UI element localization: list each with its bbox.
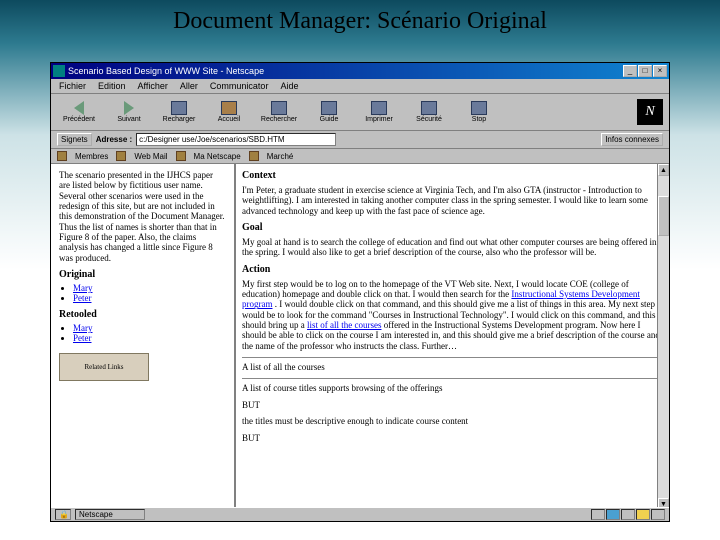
menu-file[interactable]: Fichier (57, 80, 88, 92)
user-link-mary[interactable]: Mary (73, 283, 93, 293)
netscape-logo: N (637, 99, 663, 125)
divider (242, 378, 663, 379)
home-icon (221, 101, 237, 115)
statusbar: 🔒 Netscape (51, 507, 669, 521)
back-button[interactable]: Précédent (55, 97, 103, 127)
list-item: Mary (73, 323, 226, 333)
context-text: I'm Peter, a graduate student in exercis… (242, 185, 663, 216)
list-item: Mary (73, 283, 226, 293)
menu-communicator[interactable]: Communicator (208, 80, 271, 92)
but-label: BUT (242, 433, 663, 443)
tray-icon[interactable] (636, 509, 650, 520)
location-bar: Signets Adresse : Infos connexes (51, 131, 669, 149)
scroll-thumb[interactable] (658, 196, 669, 236)
scroll-up-button[interactable]: ▲ (658, 164, 669, 176)
context-heading: Context (242, 170, 663, 181)
stop-icon (471, 101, 487, 115)
folder-icon (176, 151, 186, 161)
list-intro: A list of all the courses (242, 362, 663, 372)
related-links-widget[interactable]: Related Links (59, 353, 149, 381)
folder-icon (249, 151, 259, 161)
quicklink-market[interactable]: Marché (267, 152, 294, 161)
content-area: The scenario presented in the IJHCS pape… (51, 164, 669, 510)
folder-icon (116, 151, 126, 161)
original-heading: Original (59, 269, 226, 280)
status-icon: 🔒 (55, 509, 71, 520)
slide-title: Document Manager: Scénario Original (0, 0, 720, 35)
status-text: Netscape (75, 509, 145, 520)
back-icon (74, 101, 84, 115)
list-item: Peter (73, 333, 226, 343)
forward-icon (124, 101, 134, 115)
search-icon (271, 101, 287, 115)
course-list-link[interactable]: list of all the courses (307, 320, 381, 330)
print-button[interactable]: Imprimer (355, 97, 403, 127)
browser-window: Scenario Based Design of WWW Site - Nets… (50, 62, 670, 522)
left-pane: The scenario presented in the IJHCS pape… (51, 164, 236, 510)
folder-icon (57, 151, 67, 161)
list-item: Peter (73, 293, 226, 303)
home-button[interactable]: Accueil (205, 97, 253, 127)
action-heading: Action (242, 264, 663, 275)
quick-links-bar: Membres Web Mail Ma Netscape Marché (51, 149, 669, 164)
address-input[interactable] (136, 133, 336, 146)
app-icon (53, 65, 65, 77)
user-link-peter[interactable]: Peter (73, 293, 92, 303)
toolbar: Précédent Suivant Recharger Accueil Rech… (51, 94, 669, 131)
quicklink-webmail[interactable]: Web Mail (134, 152, 167, 161)
vertical-scrollbar[interactable]: ▲ ▼ (657, 164, 669, 510)
menu-view[interactable]: Afficher (136, 80, 170, 92)
window-title: Scenario Based Design of WWW Site - Nets… (68, 66, 623, 76)
quicklink-mynetscape[interactable]: Ma Netscape (194, 152, 241, 161)
right-pane: Context I'm Peter, a graduate student in… (236, 164, 669, 510)
reload-icon (171, 101, 187, 115)
menu-help[interactable]: Aide (278, 80, 300, 92)
scroll-track[interactable] (658, 176, 669, 498)
menu-go[interactable]: Aller (178, 80, 200, 92)
explain-text: the titles must be descriptive enough to… (242, 416, 663, 426)
bookmarks-button[interactable]: Signets (57, 133, 92, 146)
related-info-button[interactable]: Infos connexes (601, 133, 663, 146)
intro-text: The scenario presented in the IJHCS pape… (59, 170, 226, 263)
guide-icon (321, 101, 337, 115)
but-label: BUT (242, 400, 663, 410)
user-link-mary-retooled[interactable]: Mary (73, 323, 93, 333)
tray-icon[interactable] (606, 509, 620, 520)
maximize-button[interactable]: □ (638, 65, 652, 77)
claim-text: A list of course titles supports browsin… (242, 383, 663, 393)
divider (242, 357, 663, 358)
titlebar: Scenario Based Design of WWW Site - Nets… (51, 63, 669, 79)
forward-button[interactable]: Suivant (105, 97, 153, 127)
security-button[interactable]: Sécurité (405, 97, 453, 127)
quicklink-members[interactable]: Membres (75, 152, 108, 161)
goal-heading: Goal (242, 222, 663, 233)
menubar: Fichier Edition Afficher Aller Communica… (51, 79, 669, 94)
close-button[interactable]: × (653, 65, 667, 77)
print-icon (371, 101, 387, 115)
reload-button[interactable]: Recharger (155, 97, 203, 127)
guide-button[interactable]: Guide (305, 97, 353, 127)
retooled-heading: Retooled (59, 309, 226, 320)
lock-icon (421, 101, 437, 115)
menu-edit[interactable]: Edition (96, 80, 128, 92)
tray-icon[interactable] (591, 509, 605, 520)
goal-text: My goal at hand is to search the college… (242, 237, 663, 258)
tray-icon[interactable] (621, 509, 635, 520)
stop-button[interactable]: Stop (455, 97, 503, 127)
address-label: Adresse : (96, 135, 132, 144)
tray-icon[interactable] (651, 509, 665, 520)
search-button[interactable]: Rechercher (255, 97, 303, 127)
user-link-peter-retooled[interactable]: Peter (73, 333, 92, 343)
minimize-button[interactable]: _ (623, 65, 637, 77)
action-text: My first step would be to log on to the … (242, 279, 663, 351)
